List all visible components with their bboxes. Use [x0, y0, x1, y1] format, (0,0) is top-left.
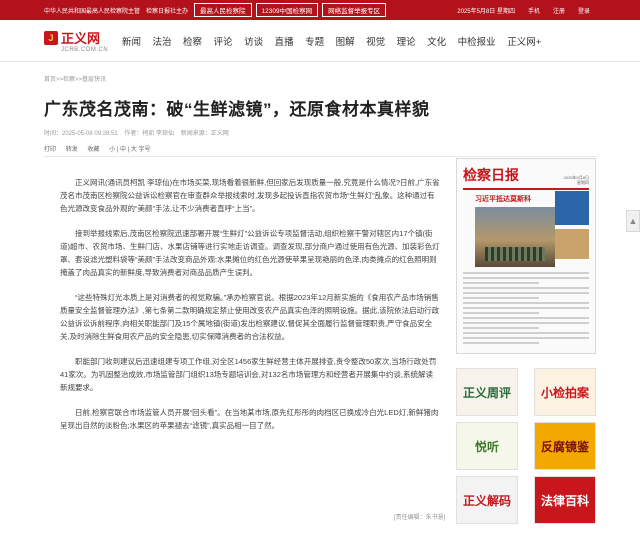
nav-item-commentary[interactable]: 评论	[214, 34, 233, 48]
paper-line	[463, 292, 589, 294]
paper-photo	[475, 207, 555, 267]
font-size-switch[interactable]: 小 | 中 | 大 字号	[109, 147, 150, 153]
nav-item-law[interactable]: 法治	[153, 34, 172, 48]
nav-item-visual[interactable]: 视觉	[366, 34, 385, 48]
paper-line	[463, 332, 589, 334]
article-paragraph: 接到举报线索后,茂南区检察院迅速部署开展“生鲜灯”公益诉讼专项监督活动,组织检察…	[60, 229, 440, 277]
favorite-button[interactable]: 收藏	[87, 147, 99, 153]
paper-name: 检察日报	[463, 168, 519, 184]
nav-item-procuratorate[interactable]: 检察	[183, 34, 202, 48]
topbar-text-1: 中华人民共和国最高人民检察院主管	[44, 8, 141, 15]
site-logo[interactable]: J 正义网 JCRB.COM.CN	[44, 27, 112, 55]
article-meta: 时间：2025-05-08 09:28:51 作者：柯凯 李琼仙 新闻来源：正义…	[44, 128, 234, 137]
paper-line	[463, 297, 539, 299]
badge-listen[interactable]: 悦听	[456, 422, 518, 470]
paper-text-lines	[463, 272, 589, 344]
paper-weekday: 星期四	[577, 180, 589, 185]
paper-line	[463, 337, 589, 339]
breadcrumb[interactable]: 首页>>检察>>基层快讯	[44, 74, 106, 83]
nav-item-news[interactable]: 新闻	[122, 34, 141, 48]
paper-line	[463, 322, 589, 324]
article-tools: 打印 转发 收藏 小 | 中 | 大 字号	[44, 144, 159, 153]
paper-line	[463, 317, 589, 319]
paper-line	[463, 272, 589, 274]
share-button[interactable]: 转发	[66, 147, 78, 153]
article-body: 正义网讯(通讯员柯凯 李琼仙)在市场买菜,现场看着很新鲜,但回家后发现质量一般,…	[60, 176, 440, 444]
logo-name: 正义网	[61, 31, 101, 46]
logo-domain: JCRB.COM.CN	[61, 47, 109, 53]
topbar-text-2: 检察日报社主办	[146, 8, 189, 15]
arrow-up-icon[interactable]: ▲	[626, 210, 640, 232]
paper-date: 2025年5月8日 星期四	[564, 175, 589, 185]
header-divider	[44, 156, 596, 157]
badge-weekly-review[interactable]: 正义周评	[456, 368, 518, 416]
paper-line	[463, 327, 539, 329]
article-source: 新闻来源：正义网	[180, 131, 229, 137]
report-link-button[interactable]: 网络监督举报专区	[322, 3, 387, 17]
login-link[interactable]: 登录	[578, 6, 590, 15]
top-bar: 中华人民共和国最高人民检察院主管 检察日报社主办 最高人民检察院 12309中国…	[0, 0, 640, 20]
article-paragraph: 职能部门收到建议后迅速组建专项工作组,对全区1456家生鲜经营主体开展排查,责令…	[60, 357, 437, 392]
article-author: 作者：柯凯 李琼仙	[124, 131, 175, 137]
spp-link-button[interactable]: 最高人民检察院	[194, 3, 252, 17]
column-badges: 正义周评 小检拍案 悦听 反腐镜鉴 正义解码 法律百科	[456, 368, 596, 524]
badge-law-encyclopedia[interactable]: 法律百科	[534, 476, 596, 524]
paper-masthead: 检察日报 2025年5月8日 星期四	[463, 165, 589, 190]
nav-item-interview[interactable]: 访谈	[244, 34, 263, 48]
paper-line	[463, 282, 539, 284]
topbar-date: 2025年5月8日 星期四	[457, 8, 515, 15]
mobile-link[interactable]: 手机	[528, 6, 540, 15]
badge-decode[interactable]: 正义解码	[456, 476, 518, 524]
paper-side-image	[555, 229, 589, 259]
main-nav: 新闻 法治 检察 评论 访谈 直播 专题 图解 视觉 理论 文化 中检报业 正义…	[122, 34, 553, 48]
paper-line	[463, 287, 589, 289]
nav-item-culture[interactable]: 文化	[427, 34, 446, 48]
logo-mark-icon: J	[44, 30, 58, 45]
logo-main: J 正义网	[44, 28, 112, 47]
article-title: 广东茂名茂南：破“生鲜滤镜”，还原食材本真样貌	[44, 100, 430, 119]
nav-item-plus[interactable]: 正义网+	[507, 34, 541, 48]
paper-line	[463, 342, 539, 344]
paper-side-image	[555, 191, 589, 225]
responsible-editor: [责任编辑：朱书慧]	[394, 515, 446, 521]
article-time: 时间：2025-05-08 09:28:51	[44, 131, 118, 137]
site-header: J 正义网 JCRB.COM.CN 新闻 法治 检察 评论 访谈 直播 专题 图…	[0, 20, 640, 62]
nav-item-theory[interactable]: 理论	[397, 34, 416, 48]
paper-line	[463, 302, 589, 304]
nav-item-press[interactable]: 中检报业	[458, 34, 496, 48]
sidebar: 检察日报 2025年5月8日 星期四 习近平抵达莫斯科 正义周评 小检拍案 悦听…	[456, 158, 596, 524]
article-paragraph: 正义网讯(通讯员柯凯 李琼仙)在市场买菜,现场看着很新鲜,但回家后发现质量一般,…	[60, 178, 440, 213]
newspaper-thumbnail[interactable]: 检察日报 2025年5月8日 星期四 习近平抵达莫斯科	[456, 158, 596, 354]
nav-item-graphics[interactable]: 图解	[336, 34, 355, 48]
badge-anti-corruption[interactable]: 反腐镜鉴	[534, 422, 596, 470]
nav-item-live[interactable]: 直播	[275, 34, 294, 48]
badge-case-photo[interactable]: 小检拍案	[534, 368, 596, 416]
register-link[interactable]: 注册	[553, 6, 565, 15]
paper-line	[463, 277, 589, 279]
paper-line	[463, 312, 539, 314]
paper-line	[463, 307, 589, 309]
print-button[interactable]: 打印	[44, 147, 56, 153]
article-paragraph: 日前,检察官联合市场监管人员开展“回头看”。在当地某市场,原先红彤彤的肉档区已换…	[60, 408, 439, 430]
nav-item-topics[interactable]: 专题	[305, 34, 324, 48]
article-paragraph: “这些特殊灯光本质上是对消费者的视觉欺骗。”承办检察官说。根据2023年12月新…	[60, 293, 440, 341]
jcw-link-button[interactable]: 12309中国检察网	[255, 3, 319, 17]
